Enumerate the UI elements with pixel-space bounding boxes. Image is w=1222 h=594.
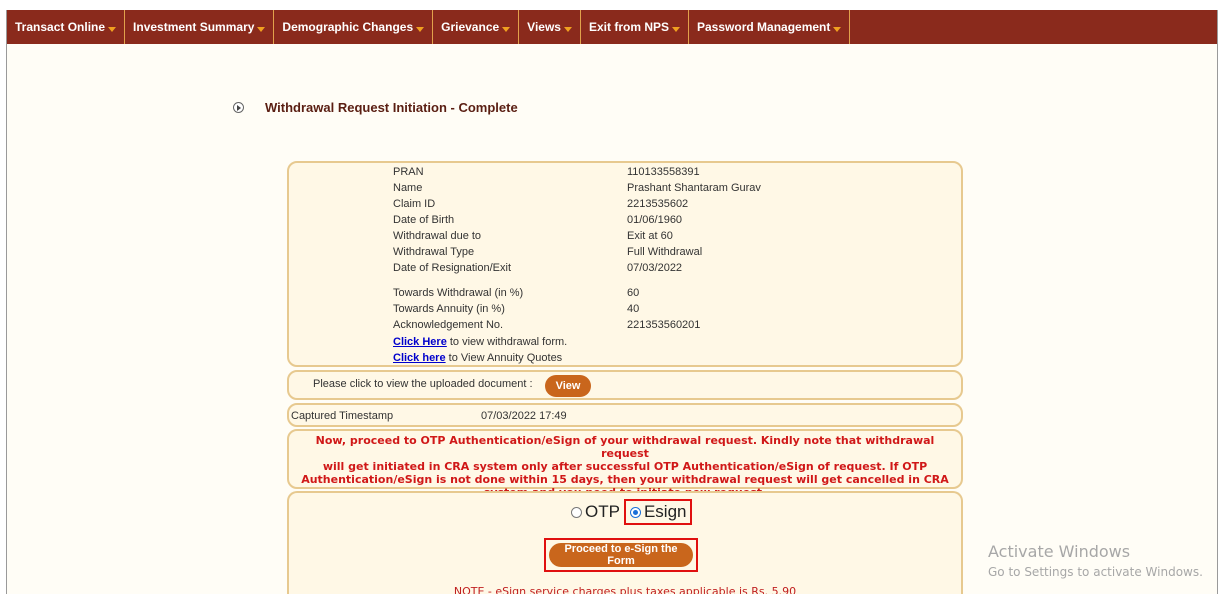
detail-value: 01/06/1960 [627,214,683,226]
dropdown-arrow-icon [672,27,680,32]
dropdown-arrow-icon [833,27,842,32]
detail-value: Full Withdrawal [627,246,703,258]
detail-label: Towards Annuity (in %) [393,303,505,315]
esign-label: Esign [643,502,687,521]
nav-label: Demographic Changes [282,20,414,34]
detail-label: Claim ID [393,198,436,210]
dropdown-arrow-icon [108,27,117,32]
link-suffix-text: to View Annuity Quotes [445,352,563,364]
detail-label: Towards Withdrawal (in %) [393,287,524,299]
timestamp-label: Captured Timestamp [291,410,394,422]
nav-transact-online[interactable]: Transact Online [7,10,126,44]
upload-prompt: Please click to view the uploaded docume… [313,378,533,390]
radio-unchecked-icon [571,506,582,518]
nav-views[interactable]: Views [519,10,581,44]
detail-value: 110133558391 [627,166,700,178]
play-bullet-icon [233,102,244,113]
detail-value: 60 [627,287,640,299]
esign-radio[interactable]: Esign [629,502,687,522]
proceed-highlight: Proceed to e-Sign the Form [544,538,698,572]
dropdown-arrow-icon [502,27,511,32]
view-annuity-quotes-link[interactable]: Click here [393,352,446,364]
detail-value: 40 [627,303,640,315]
nav-label: Transact Online [15,20,106,34]
nav-label: Investment Summary [133,20,255,34]
uploaded-document-panel: Please click to view the uploaded docume… [287,370,963,400]
view-document-button[interactable]: View [545,375,591,397]
detail-label: Withdrawal due to [393,230,482,242]
warning-line: Authentication/eSign is not done within … [301,473,949,486]
nav-grievance[interactable]: Grievance [433,10,520,44]
page-title: Withdrawal Request Initiation - Complete [265,100,518,115]
nav-password-management[interactable]: Password Management [689,10,851,44]
activate-windows-subtitle: Go to Settings to activate Windows. [988,565,1203,579]
warning-line: will get initiated in CRA system only af… [322,460,928,473]
dropdown-arrow-icon [257,27,266,32]
detail-value: Exit at 60 [627,230,673,242]
esign-highlight: Esign [623,499,693,525]
radio-checked-icon [629,506,641,518]
nav-investment-summary[interactable]: Investment Summary [125,10,275,44]
warning-panel: Now, proceed to OTP Authentication/eSign… [287,429,963,499]
detail-label: Name [393,182,423,194]
timestamp-panel: Captured Timestamp 07/03/2022 17:49 [287,403,963,427]
warning-line: Now, proceed to OTP Authentication/eSign… [315,434,935,460]
detail-value: 2213535602 [627,198,689,210]
warning-message: Now, proceed to OTP Authentication/eSign… [291,434,959,499]
page-heading: Withdrawal Request Initiation - Complete [233,100,518,115]
esign-charges-note: NOTE - eSign service charges plus taxes … [453,585,797,594]
nav-exit-from-nps[interactable]: Exit from NPS [581,10,689,44]
nav-label: Password Management [697,20,831,34]
otp-label: OTP [585,502,620,521]
request-details-panel: PRAN 110133558391 Name Prashant Shantara… [287,161,963,367]
browser-frame: Transact Online Investment Summary Demog… [6,10,1218,594]
nav-label: Views [527,20,561,34]
dropdown-arrow-icon [416,27,425,32]
authentication-panel: OTP Esign Proceed to e-Sign the Form NOT… [287,491,963,594]
detail-label: PRAN [393,166,424,178]
detail-value: 07/03/2022 [627,262,683,274]
nav-label: Exit from NPS [588,20,669,34]
detail-label: Withdrawal Type [393,246,475,258]
detail-label: Date of Birth [393,214,455,226]
timestamp-value: 07/03/2022 17:49 [481,410,567,422]
auth-method-selector: OTP Esign [571,499,693,525]
link-suffix-text: to view withdrawal form. [446,336,568,348]
proceed-esign-button[interactable]: Proceed to e-Sign the Form [549,543,693,567]
withdrawal-form-row: Click Here to view withdrawal form. [393,336,567,348]
view-withdrawal-form-link[interactable]: Click Here [393,336,447,348]
detail-value: 221353560201 [627,319,701,331]
nav-demographic-changes[interactable]: Demographic Changes [274,10,434,44]
main-navbar: Transact Online Investment Summary Demog… [7,10,1217,44]
activate-windows-title: Activate Windows [988,542,1131,561]
detail-label: Acknowledgement No. [393,319,504,331]
dropdown-arrow-icon [563,27,572,32]
detail-value: Prashant Shantaram Gurav [627,182,761,194]
annuity-quotes-row: Click here to View Annuity Quotes [393,352,562,364]
otp-radio[interactable]: OTP [571,502,620,522]
nav-label: Grievance [441,20,500,34]
detail-label: Date of Resignation/Exit [393,262,512,274]
